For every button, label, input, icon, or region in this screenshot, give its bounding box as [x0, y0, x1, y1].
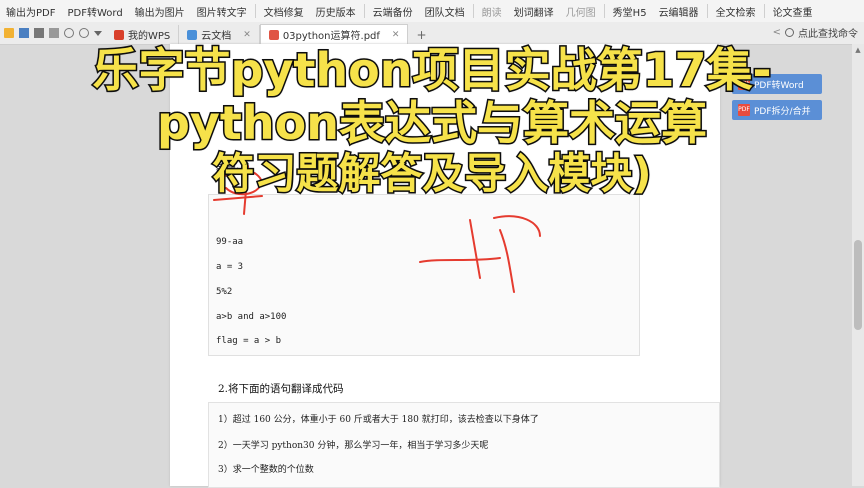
overlay-title-line: 乐字节python项目实战第17集- [91, 42, 773, 98]
ink-stroke [419, 257, 501, 263]
video-title-overlay: 乐字节python项目实战第17集- python表达式与算术运算 符习题解答及… [0, 42, 864, 199]
scrollbar-thumb[interactable] [854, 240, 862, 330]
overlay-title-line: python表达式与算术运算 [155, 95, 708, 151]
ink-stroke [499, 229, 515, 293]
overlay-title-line: 符习题解答及导入模块) [211, 147, 653, 199]
ink-stroke [469, 219, 481, 279]
